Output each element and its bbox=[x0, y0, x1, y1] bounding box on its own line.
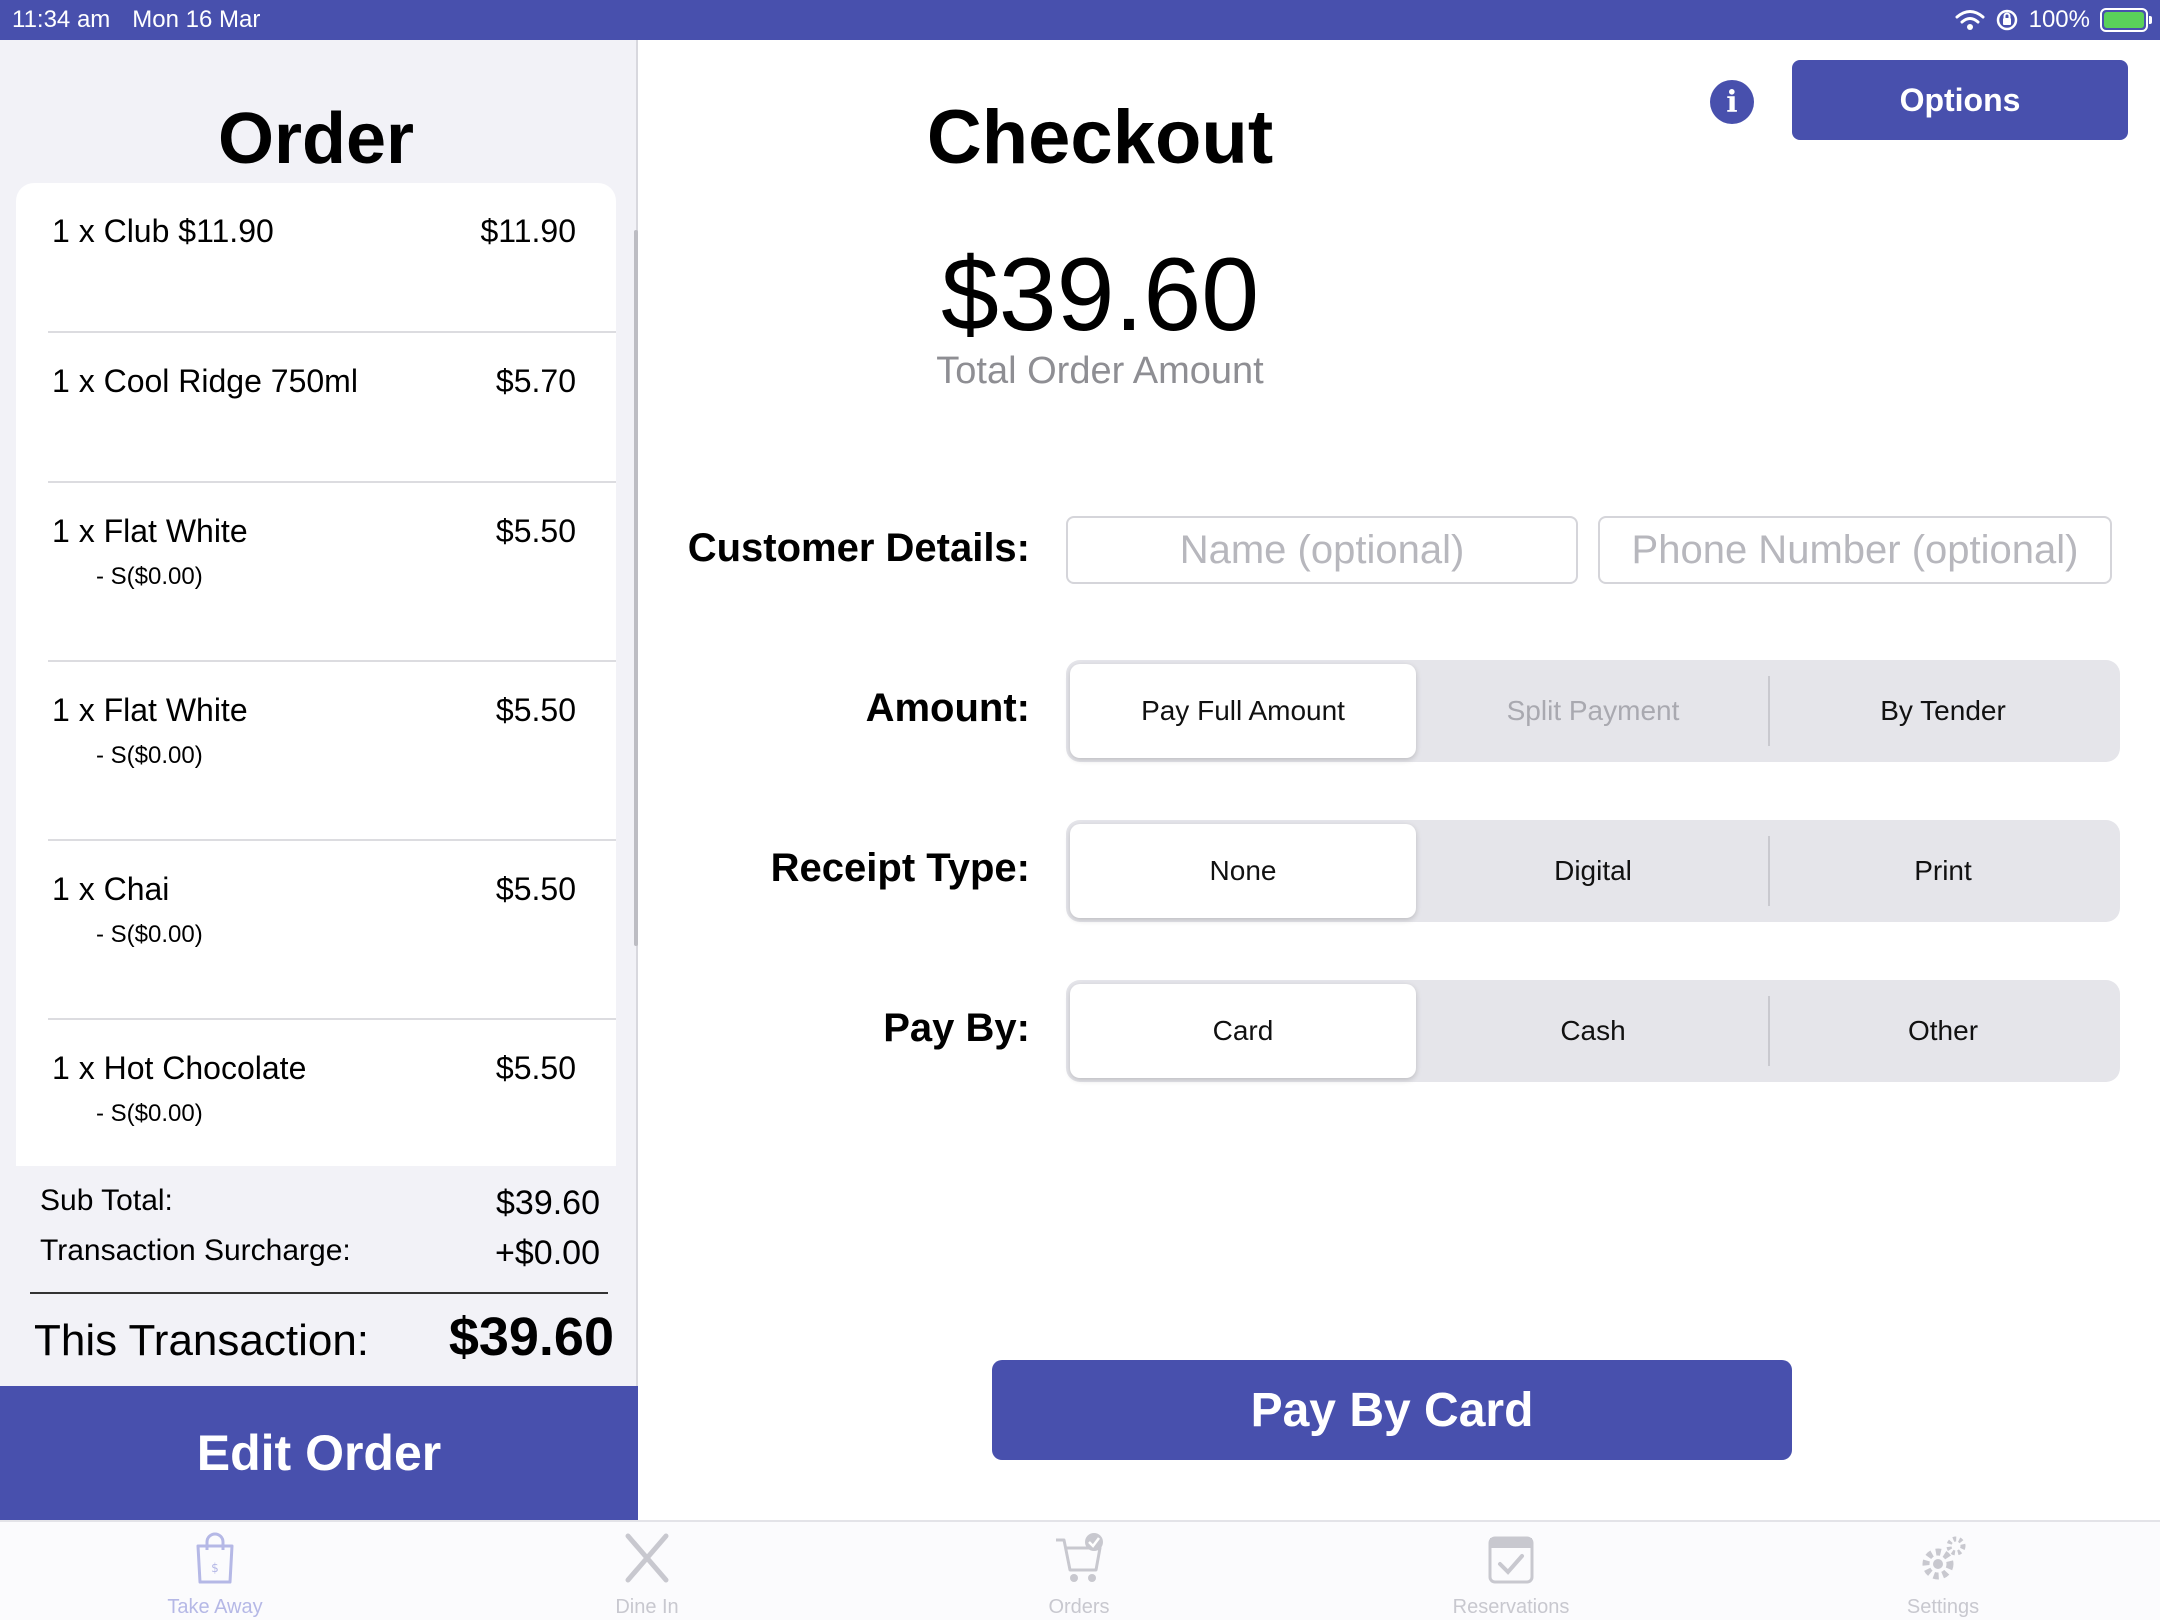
pay-card-option[interactable]: Card bbox=[1070, 984, 1416, 1078]
order-item-name: 1 x Flat White bbox=[52, 692, 248, 728]
order-item-price: $5.50 bbox=[495, 513, 576, 549]
order-item-modifier: - S($0.00) bbox=[96, 1100, 203, 1127]
order-item-modifier: - S($0.00) bbox=[96, 921, 203, 948]
tab-label: Reservations bbox=[1452, 1596, 1570, 1618]
battery-percent: 100% bbox=[2028, 6, 2090, 33]
transaction-label: This Transaction: bbox=[34, 1316, 370, 1365]
tab-settings[interactable]: Settings bbox=[1793, 1522, 2093, 1620]
order-item-price: $11.90 bbox=[480, 213, 577, 249]
shopping-bag-icon: $ bbox=[196, 1532, 234, 1584]
order-item-name: 1 x Cool Ridge 750ml bbox=[52, 363, 358, 399]
order-item[interactable]: 1 x Cool Ridge 750ml $5.70 bbox=[16, 333, 616, 483]
wifi-icon bbox=[1955, 10, 1985, 30]
status-right: 100% bbox=[1955, 6, 2152, 34]
cutlery-icon bbox=[625, 1533, 669, 1583]
order-item-price: $5.70 bbox=[495, 363, 576, 399]
pay-other-option[interactable]: Other bbox=[1770, 984, 2116, 1078]
order-item-modifier: - S($0.00) bbox=[96, 742, 203, 769]
tab-orders[interactable]: Orders bbox=[929, 1522, 1229, 1620]
surcharge-value: +$0.00 bbox=[495, 1234, 600, 1272]
receipt-digital-option[interactable]: Digital bbox=[1420, 824, 1766, 918]
receipt-print-option[interactable]: Print bbox=[1770, 824, 2116, 918]
tab-dine-in[interactable]: Dine In bbox=[497, 1522, 797, 1620]
status-bar: 11:34 am Mon 16 Mar 100% bbox=[0, 0, 2160, 40]
order-item[interactable]: 1 x Flat White $5.50 - S($0.00) bbox=[16, 483, 616, 662]
pay-by-card-button[interactable]: Pay By Card bbox=[992, 1360, 1792, 1460]
order-item[interactable]: 1 x Flat White $5.50 - S($0.00) bbox=[16, 662, 616, 841]
svg-text:$: $ bbox=[211, 1561, 219, 1575]
surcharge-row: Transaction Surcharge: +$0.00 bbox=[40, 1234, 600, 1273]
order-item[interactable]: 1 x Hot Chocolate $5.50 - S($0.00) bbox=[16, 1020, 616, 1166]
order-panel: Order 1 x Club $11.90 $11.90 1 x Cool Ri… bbox=[0, 40, 638, 1520]
order-item-price: $5.50 bbox=[495, 692, 576, 728]
order-title: Order bbox=[217, 99, 415, 179]
tab-label: Dine In bbox=[615, 1596, 679, 1618]
customer-phone-input[interactable] bbox=[1598, 516, 2112, 584]
pay-by-segmented-control: Card Cash Other bbox=[1066, 980, 2120, 1082]
order-item-price: $5.50 bbox=[495, 1050, 576, 1086]
tab-take-away[interactable]: $ Take Away bbox=[65, 1522, 365, 1620]
amount-segmented-control: Pay Full Amount Split Payment By Tender bbox=[1066, 660, 2120, 762]
cart-check-icon bbox=[1056, 1533, 1103, 1582]
pay-full-amount-option[interactable]: Pay Full Amount bbox=[1070, 664, 1416, 758]
order-items-list[interactable]: 1 x Club $11.90 $11.90 1 x Cool Ridge 75… bbox=[16, 183, 616, 1166]
calendar-check-icon bbox=[1488, 1536, 1534, 1584]
checkout-title: Checkout bbox=[926, 95, 1274, 180]
status-time: 11:34 am bbox=[12, 6, 111, 33]
order-item-name: 1 x Flat White bbox=[52, 513, 248, 549]
receipt-type-label: Receipt Type: bbox=[770, 846, 1030, 890]
tab-label: Take Away bbox=[167, 1596, 263, 1618]
receipt-type-segmented-control: None Digital Print bbox=[1066, 820, 2120, 922]
options-button[interactable]: Options bbox=[1792, 60, 2128, 140]
order-item-name: 1 x Chai bbox=[52, 871, 170, 907]
split-payment-option[interactable]: Split Payment bbox=[1420, 664, 1766, 758]
pay-by-label: Pay By: bbox=[883, 1006, 1030, 1050]
transaction-row: This Transaction: $39.60 bbox=[34, 1306, 614, 1368]
transaction-value: $39.60 bbox=[448, 1307, 614, 1367]
order-item-name: 1 x Hot Chocolate bbox=[52, 1050, 307, 1086]
sub-total-label: Sub Total: bbox=[40, 1184, 173, 1217]
sub-total-row: Sub Total: $39.60 bbox=[40, 1184, 600, 1223]
by-tender-option[interactable]: By Tender bbox=[1770, 664, 2116, 758]
order-item-price: $5.50 bbox=[495, 871, 576, 907]
total-order-label: Total Order Amount bbox=[936, 350, 1264, 392]
amount-label: Amount: bbox=[865, 686, 1030, 730]
receipt-none-option[interactable]: None bbox=[1070, 824, 1416, 918]
gears-icon bbox=[1922, 1536, 1966, 1580]
scrollbar[interactable] bbox=[634, 230, 638, 946]
edit-order-button[interactable]: Edit Order bbox=[0, 1386, 638, 1520]
order-item[interactable]: 1 x Chai $5.50 - S($0.00) bbox=[16, 841, 616, 1020]
order-item-name: 1 x Club $11.90 bbox=[52, 213, 274, 249]
divider bbox=[30, 1292, 608, 1294]
total-order-amount: $39.60 bbox=[940, 237, 1260, 353]
customer-name-input[interactable] bbox=[1066, 516, 1578, 584]
pay-cash-option[interactable]: Cash bbox=[1420, 984, 1766, 1078]
info-icon[interactable]: i bbox=[1710, 80, 1754, 124]
customer-details-label: Customer Details: bbox=[687, 526, 1030, 570]
tab-reservations[interactable]: Reservations bbox=[1361, 1522, 1661, 1620]
orientation-lock-icon bbox=[1996, 9, 2017, 31]
order-item-modifier: - S($0.00) bbox=[96, 563, 203, 590]
tab-label: Settings bbox=[1906, 1596, 1980, 1618]
tab-bar: $ Take Away Dine In Orders Reservations bbox=[0, 1520, 2160, 1620]
status-date: Mon 16 Mar bbox=[132, 6, 261, 33]
battery-icon bbox=[2100, 8, 2152, 32]
surcharge-label: Transaction Surcharge: bbox=[40, 1234, 351, 1267]
order-item[interactable]: 1 x Club $11.90 $11.90 bbox=[16, 183, 616, 333]
tab-label: Orders bbox=[1048, 1596, 1110, 1618]
sub-total-value: $39.60 bbox=[496, 1184, 600, 1222]
